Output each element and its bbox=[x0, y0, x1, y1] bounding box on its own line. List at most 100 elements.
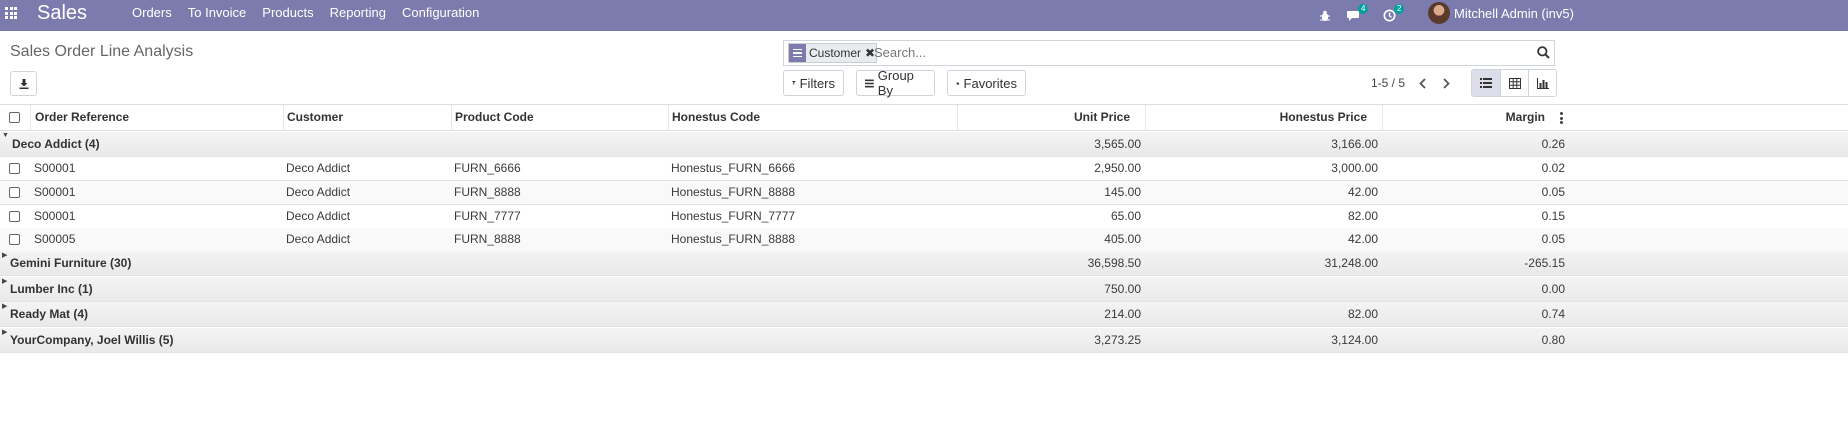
group-by-facet-icon bbox=[789, 44, 806, 62]
table-row[interactable]: S00001 Deco Addict FURN_7777 Honestus_FU… bbox=[0, 205, 1848, 229]
caret-right-icon: ▶ bbox=[2, 329, 8, 336]
table-row[interactable]: S00001 Deco Addict FURN_8888 Honestus_FU… bbox=[0, 181, 1848, 205]
group-unit-price: 3,565.00 bbox=[1094, 137, 1141, 151]
group-margin: 0.74 bbox=[1541, 307, 1565, 321]
menu-item-reporting[interactable]: Reporting bbox=[322, 0, 394, 31]
column-header-customer[interactable]: Customer bbox=[283, 105, 451, 131]
cell-margin: 0.05 bbox=[1541, 232, 1565, 246]
cell-margin: 0.02 bbox=[1541, 161, 1565, 175]
row-checkbox[interactable] bbox=[9, 163, 20, 174]
cell-honestus-code: Honestus_FURN_7777 bbox=[671, 209, 796, 223]
group-row[interactable]: ▶ Gemini Furniture (30) 36,598.50 31,248… bbox=[0, 251, 1848, 276]
cell-unit-price: 405.00 bbox=[1104, 232, 1141, 246]
group-unit-price: 3,273.25 bbox=[1094, 333, 1141, 347]
messages-badge: 4 bbox=[1358, 4, 1369, 14]
list-view-button[interactable] bbox=[1472, 70, 1500, 96]
group-unit-price: 214.00 bbox=[1104, 307, 1141, 321]
caret-right-icon: ▶ bbox=[2, 278, 8, 285]
group-margin: 0.80 bbox=[1541, 333, 1565, 347]
cell-customer: Deco Addict bbox=[286, 161, 351, 175]
main-menu: Orders To Invoice Products Reporting Con… bbox=[124, 0, 487, 31]
row-checkbox[interactable] bbox=[9, 234, 20, 245]
group-margin: -265.15 bbox=[1524, 256, 1565, 270]
group-name: Ready Mat (4) bbox=[10, 307, 89, 321]
optional-columns-icon[interactable] bbox=[1560, 112, 1563, 124]
pivot-view-icon bbox=[1508, 77, 1521, 89]
pager-value[interactable]: 1-5 / 5 bbox=[1371, 76, 1405, 90]
debug-icon[interactable] bbox=[1319, 0, 1331, 31]
menu-item-to-invoice[interactable]: To Invoice bbox=[180, 0, 255, 31]
cell-product-code: FURN_8888 bbox=[454, 232, 521, 246]
cell-customer: Deco Addict bbox=[286, 232, 351, 246]
user-menu-name[interactable]: Mitchell Admin (inv5) bbox=[1454, 6, 1574, 21]
cell-honestus-price: 82.00 bbox=[1347, 209, 1378, 223]
column-header-honestus-price[interactable]: Honestus Price bbox=[1145, 105, 1382, 131]
group-name: Deco Addict (4) bbox=[12, 137, 100, 151]
apps-menu-icon[interactable] bbox=[5, 7, 17, 19]
star-icon bbox=[956, 81, 960, 85]
group-margin: 0.00 bbox=[1541, 282, 1565, 296]
search-input[interactable] bbox=[874, 45, 1524, 60]
pager-previous-icon[interactable] bbox=[1416, 74, 1428, 92]
menu-item-configuration[interactable]: Configuration bbox=[394, 0, 487, 31]
cell-margin: 0.15 bbox=[1541, 209, 1565, 223]
cell-product-code: FURN_6666 bbox=[454, 161, 521, 175]
facet-label: Customer bbox=[809, 46, 862, 60]
column-header-honestus-code[interactable]: Honestus Code bbox=[668, 105, 957, 131]
group-by-icon bbox=[865, 79, 874, 87]
app-brand[interactable]: Sales bbox=[37, 2, 87, 25]
cell-unit-price: 145.00 bbox=[1104, 185, 1141, 199]
group-unit-price: 36,598.50 bbox=[1087, 256, 1141, 270]
select-all-checkbox[interactable] bbox=[9, 112, 20, 123]
cell-honestus-price: 42.00 bbox=[1347, 232, 1378, 246]
filters-button[interactable]: Filters bbox=[783, 70, 844, 96]
group-by-button[interactable]: Group By bbox=[856, 68, 935, 98]
list-view-icon bbox=[1480, 78, 1492, 88]
download-icon bbox=[19, 78, 28, 89]
menu-item-products[interactable]: Products bbox=[254, 0, 321, 31]
cell-order-reference: S00001 bbox=[34, 209, 76, 223]
group-row[interactable]: ▶ YourCompany, Joel Willis (5) 3,273.25 … bbox=[0, 328, 1848, 353]
download-button[interactable] bbox=[10, 71, 37, 96]
cell-unit-price: 65.00 bbox=[1110, 209, 1141, 223]
cell-order-reference: S00001 bbox=[34, 161, 76, 175]
group-row[interactable]: ▶ Ready Mat (4) 214.00 82.00 0.74 bbox=[0, 302, 1848, 327]
cell-order-reference: S00005 bbox=[34, 232, 76, 246]
row-checkbox[interactable] bbox=[9, 211, 20, 222]
column-header-margin[interactable]: Margin bbox=[1382, 105, 1555, 131]
table-header: Order Reference Customer Product Code Ho… bbox=[0, 105, 1848, 131]
cell-customer: Deco Addict bbox=[286, 209, 351, 223]
search-facet-customer[interactable]: Customer ✖ bbox=[788, 43, 878, 63]
group-honestus-price: 31,248.00 bbox=[1324, 256, 1378, 270]
activities-icon[interactable] bbox=[1383, 0, 1396, 31]
cell-honestus-code: Honestus_FURN_8888 bbox=[671, 185, 796, 199]
cell-customer: Deco Addict bbox=[286, 185, 351, 199]
user-avatar[interactable] bbox=[1428, 2, 1450, 24]
table-row[interactable]: S00005 Deco Addict FURN_8888 Honestus_FU… bbox=[0, 228, 1848, 252]
group-row[interactable]: ▶ Lumber Inc (1) 750.00 0.00 bbox=[0, 277, 1848, 302]
search-bar: Customer ✖ bbox=[783, 40, 1555, 66]
page-title: Sales Order Line Analysis bbox=[10, 43, 194, 60]
cell-margin: 0.05 bbox=[1541, 185, 1565, 199]
pivot-view-button[interactable] bbox=[1500, 70, 1528, 96]
top-navbar: Sales Orders To Invoice Products Reporti… bbox=[0, 0, 1848, 31]
column-header-unit-price[interactable]: Unit Price bbox=[957, 105, 1145, 131]
view-switcher bbox=[1471, 69, 1557, 97]
filters-label: Filters bbox=[799, 75, 835, 91]
favorites-label: Favorites bbox=[963, 75, 1017, 91]
favorites-button[interactable]: Favorites bbox=[947, 70, 1026, 96]
graph-view-button[interactable] bbox=[1528, 70, 1556, 96]
column-header-product-code[interactable]: Product Code bbox=[451, 105, 668, 131]
group-honestus-price: 3,124.00 bbox=[1331, 333, 1378, 347]
group-name: Lumber Inc (1) bbox=[10, 282, 93, 296]
pager-next-icon[interactable] bbox=[1440, 74, 1452, 92]
search-icon[interactable] bbox=[1537, 46, 1550, 59]
row-checkbox[interactable] bbox=[9, 187, 20, 198]
column-header-order-reference[interactable]: Order Reference bbox=[30, 105, 283, 131]
activities-badge: 2 bbox=[1394, 4, 1405, 14]
table-row[interactable]: S00001 Deco Addict FURN_6666 Honestus_FU… bbox=[0, 157, 1848, 181]
menu-item-orders[interactable]: Orders bbox=[124, 0, 180, 31]
cell-product-code: FURN_7777 bbox=[454, 209, 521, 223]
cell-honestus-price: 3,000.00 bbox=[1331, 161, 1378, 175]
group-row[interactable]: ▼ Deco Addict (4) 3,565.00 3,166.00 0.26 bbox=[0, 132, 1848, 157]
